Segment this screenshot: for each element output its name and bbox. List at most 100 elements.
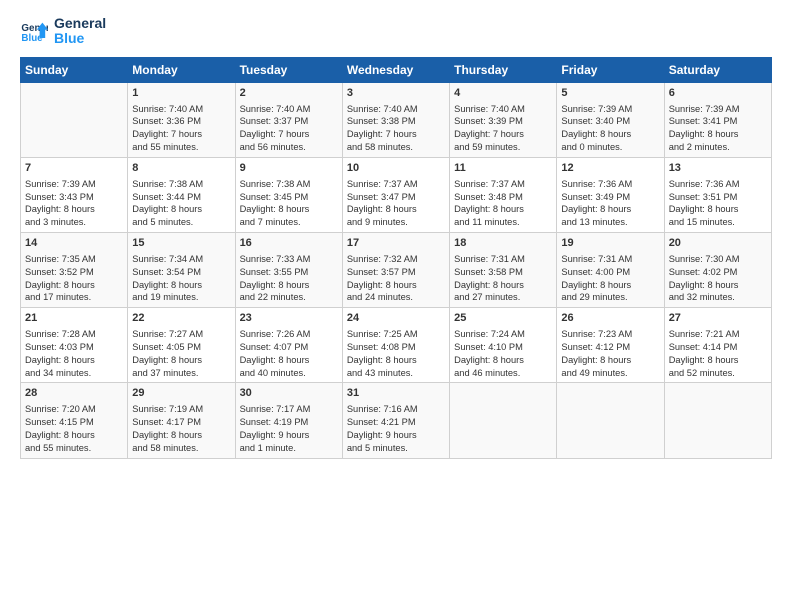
cell-line: Daylight: 8 hours (240, 279, 338, 292)
col-header-friday: Friday (557, 57, 664, 82)
cell-line: Sunrise: 7:20 AM (25, 403, 123, 416)
col-header-wednesday: Wednesday (342, 57, 449, 82)
cell-line: Sunrise: 7:37 AM (347, 178, 445, 191)
cell-line: Sunset: 3:47 PM (347, 191, 445, 204)
cell-line: and 49 minutes. (561, 367, 659, 380)
cell-line: Daylight: 8 hours (25, 429, 123, 442)
cell-line: Sunset: 4:00 PM (561, 266, 659, 279)
calendar-cell: 21Sunrise: 7:28 AMSunset: 4:03 PMDayligh… (21, 308, 128, 383)
logo-blue: Blue (54, 31, 106, 46)
cell-line: Sunset: 4:07 PM (240, 341, 338, 354)
cell-line: Daylight: 8 hours (347, 279, 445, 292)
cell-line: Daylight: 8 hours (669, 203, 767, 216)
cell-line: Sunset: 3:49 PM (561, 191, 659, 204)
cell-line: and 43 minutes. (347, 367, 445, 380)
day-number: 22 (132, 311, 230, 326)
cell-line: Daylight: 8 hours (454, 354, 552, 367)
cell-line: Daylight: 8 hours (240, 203, 338, 216)
cell-line: Sunset: 3:52 PM (25, 266, 123, 279)
cell-line: Sunset: 3:55 PM (240, 266, 338, 279)
cell-line: Daylight: 8 hours (347, 354, 445, 367)
cell-line: and 2 minutes. (669, 141, 767, 154)
cell-line: and 59 minutes. (454, 141, 552, 154)
cell-line: and 11 minutes. (454, 216, 552, 229)
day-number: 9 (240, 161, 338, 176)
cell-line: Sunset: 3:38 PM (347, 115, 445, 128)
cell-line: Sunset: 3:43 PM (25, 191, 123, 204)
day-number: 2 (240, 86, 338, 101)
day-number: 10 (347, 161, 445, 176)
day-number: 25 (454, 311, 552, 326)
cell-line: Sunrise: 7:38 AM (240, 178, 338, 191)
cell-line: Sunset: 3:48 PM (454, 191, 552, 204)
calendar-cell: 31 Sunrise: 7:16 AMSunset: 4:21 PMDayligh… (342, 383, 449, 458)
day-number: 30 (240, 386, 338, 401)
day-number: 20 (669, 236, 767, 251)
cell-line: and 0 minutes. (561, 141, 659, 154)
cell-line: Sunrise: 7:36 AM (669, 178, 767, 191)
calendar-cell: 29Sunrise: 7:19 AMSunset: 4:17 PMDayligh… (128, 383, 235, 458)
calendar-cell: 13Sunrise: 7:36 AMSunset: 3:51 PMDayligh… (664, 157, 771, 232)
calendar-cell: 27Sunrise: 7:21 AMSunset: 4:14 PMDayligh… (664, 308, 771, 383)
cell-line: Sunset: 3:37 PM (240, 115, 338, 128)
cell-line: and 46 minutes. (454, 367, 552, 380)
day-number: 1 (132, 86, 230, 101)
cell-line: Sunrise: 7:24 AM (454, 328, 552, 341)
cell-line: Sunset: 3:57 PM (347, 266, 445, 279)
cell-line: Daylight: 9 hours (347, 429, 445, 442)
calendar-cell: 10 Sunrise: 7:37 AMSunset: 3:47 PMDayligh… (342, 157, 449, 232)
calendar-cell: 3Sunrise: 7:40 AMSunset: 3:38 PMDaylight… (342, 82, 449, 157)
cell-line: Daylight: 8 hours (561, 203, 659, 216)
cell-line: Daylight: 8 hours (132, 203, 230, 216)
calendar-cell: 30Sunrise: 7:17 AMSunset: 4:19 PMDayligh… (235, 383, 342, 458)
col-header-tuesday: Tuesday (235, 57, 342, 82)
col-header-thursday: Thursday (450, 57, 557, 82)
day-number: 31 (347, 386, 445, 401)
cell-line: Sunrise: 7:40 AM (132, 103, 230, 116)
day-number: 14 (25, 236, 123, 251)
cell-line: and 3 minutes. (25, 216, 123, 229)
cell-line: Daylight: 8 hours (132, 429, 230, 442)
cell-line: and 5 minutes. (347, 442, 445, 455)
calendar-cell: 15Sunrise: 7:34 AMSunset: 3:54 PMDayligh… (128, 233, 235, 308)
cell-line: Daylight: 8 hours (669, 354, 767, 367)
cell-line: Sunset: 3:36 PM (132, 115, 230, 128)
day-number: 17 (347, 236, 445, 251)
cell-line: and 17 minutes. (25, 291, 123, 304)
cell-line: Sunset: 4:10 PM (454, 341, 552, 354)
cell-line: and 58 minutes. (132, 442, 230, 455)
cell-line: Daylight: 8 hours (454, 203, 552, 216)
day-number: 6 (669, 86, 767, 101)
calendar-cell: 11Sunrise: 7:37 AMSunset: 3:48 PMDayligh… (450, 157, 557, 232)
cell-line: Daylight: 8 hours (561, 128, 659, 141)
cell-line: Daylight: 8 hours (347, 203, 445, 216)
cell-line: Daylight: 8 hours (561, 279, 659, 292)
cell-line: Sunset: 4:19 PM (240, 416, 338, 429)
cell-line: Sunset: 4:17 PM (132, 416, 230, 429)
col-header-sunday: Sunday (21, 57, 128, 82)
cell-line: and 58 minutes. (347, 141, 445, 154)
cell-line: Sunset: 4:21 PM (347, 416, 445, 429)
calendar-cell: 28Sunrise: 7:20 AMSunset: 4:15 PMDayligh… (21, 383, 128, 458)
day-number: 11 (454, 161, 552, 176)
day-number: 15 (132, 236, 230, 251)
calendar-cell: 5Sunrise: 7:39 AMSunset: 3:40 PMDaylight… (557, 82, 664, 157)
calendar-table: SundayMondayTuesdayWednesdayThursdayFrid… (20, 57, 772, 459)
cell-line: and 24 minutes. (347, 291, 445, 304)
cell-line: Daylight: 8 hours (561, 354, 659, 367)
day-number: 5 (561, 86, 659, 101)
day-number: 8 (132, 161, 230, 176)
calendar-week-2: 7Sunrise: 7:39 AMSunset: 3:43 PMDaylight… (21, 157, 772, 232)
cell-line: Sunrise: 7:38 AM (132, 178, 230, 191)
cell-line: Daylight: 7 hours (132, 128, 230, 141)
cell-line: and 1 minute. (240, 442, 338, 455)
cell-line: Sunrise: 7:16 AM (347, 403, 445, 416)
day-number: 29 (132, 386, 230, 401)
day-number: 26 (561, 311, 659, 326)
day-number: 27 (669, 311, 767, 326)
day-number: 18 (454, 236, 552, 251)
calendar-cell: 18Sunrise: 7:31 AMSunset: 3:58 PMDayligh… (450, 233, 557, 308)
calendar-cell: 4Sunrise: 7:40 AMSunset: 3:39 PMDaylight… (450, 82, 557, 157)
cell-line: Daylight: 8 hours (132, 354, 230, 367)
calendar-cell: 2Sunrise: 7:40 AMSunset: 3:37 PMDaylight… (235, 82, 342, 157)
